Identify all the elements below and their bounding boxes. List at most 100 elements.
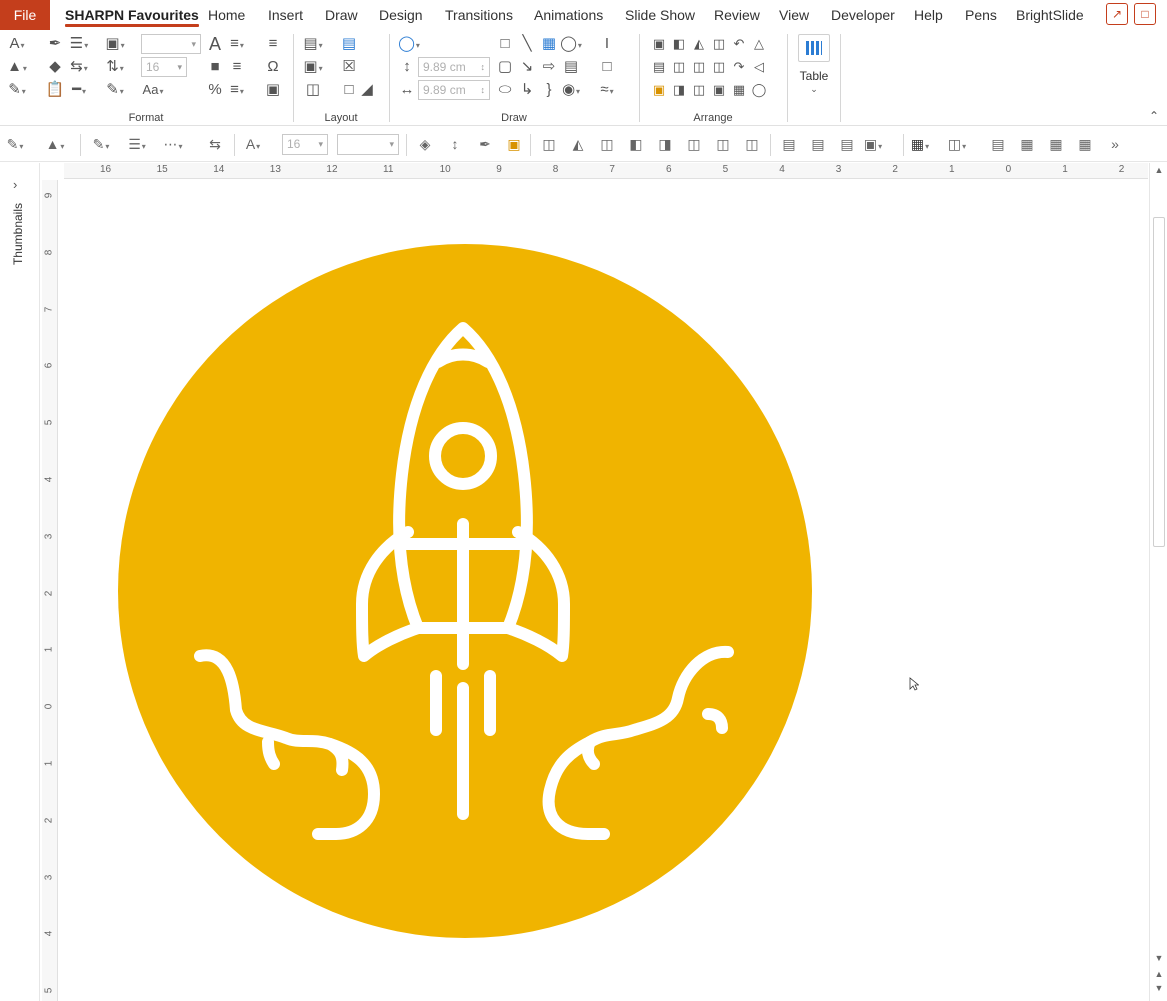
text-bottom-icon[interactable]: ▤ xyxy=(836,134,858,154)
width-icon[interactable]: ↔ xyxy=(396,80,418,100)
percent-icon[interactable]: % xyxy=(204,80,226,100)
text-options-icon[interactable]: ▣▾ xyxy=(862,134,884,154)
tab-view[interactable]: View xyxy=(779,0,809,30)
picture-icon[interactable]: ▣ xyxy=(262,80,284,100)
align-center-icon[interactable]: ◫ xyxy=(683,134,705,154)
bullets-icon[interactable]: ≡▾ xyxy=(226,34,248,54)
distribute-icon[interactable]: ◫ xyxy=(712,134,734,154)
chevron-right-icon[interactable]: › xyxy=(13,177,17,192)
highlight-icon[interactable]: ✎▾ xyxy=(104,80,126,100)
brace-icon[interactable]: } xyxy=(538,80,560,100)
tab-sharpn-favourites[interactable]: SHARPN Favourites xyxy=(65,0,199,30)
previous-slide-icon[interactable]: ▲ xyxy=(1153,969,1165,979)
align-bottom-icon[interactable]: ◫ xyxy=(688,80,710,100)
distribute-vertical-icon[interactable]: ◫ xyxy=(708,57,730,77)
collapse-ribbon-icon[interactable]: ⌃ xyxy=(1149,109,1159,123)
flip-vertical-icon[interactable]: ◁ xyxy=(748,57,770,77)
align-bottom-icon[interactable]: ◫ xyxy=(538,134,560,154)
fill-icon[interactable]: ▲▾ xyxy=(44,134,66,154)
oval-icon[interactable]: ⬭ xyxy=(494,80,516,100)
text-cursor-icon[interactable]: I xyxy=(596,34,618,54)
ungroup-icon[interactable]: ▤ xyxy=(648,57,670,77)
distribute-horizontal-icon[interactable]: ◫ xyxy=(708,34,730,54)
rounded-rectangle-icon[interactable]: ▢ xyxy=(494,57,516,77)
font-color-icon[interactable]: A▾ xyxy=(6,34,28,54)
arrow-line-icon[interactable]: ↘ xyxy=(516,57,538,77)
callout-icon[interactable]: ▤ xyxy=(560,57,582,77)
align-top-icon[interactable]: ◭ xyxy=(567,134,589,154)
text-middle-icon[interactable]: ▤ xyxy=(807,134,829,154)
insert-table-icon[interactable]: ▦▾ xyxy=(909,134,931,154)
distribute-vertical-icon[interactable]: ◫ xyxy=(741,134,763,154)
arrows-icon[interactable]: ⇆ xyxy=(204,134,226,154)
align-top-icon[interactable]: ◭ xyxy=(688,34,710,54)
numbering-icon[interactable]: ≡▾ xyxy=(226,80,248,100)
scrollbar-thumb[interactable] xyxy=(1153,217,1165,547)
dashes-icon[interactable]: ⋯▾ xyxy=(162,134,184,154)
shapes-icon[interactable]: ◯▾ xyxy=(398,34,420,54)
table-text-icon[interactable]: ▤ xyxy=(987,134,1009,154)
omega-icon[interactable]: Ω xyxy=(262,57,284,77)
tab-pens[interactable]: Pens xyxy=(965,0,997,30)
font-name-field[interactable]: ▾ xyxy=(141,34,201,54)
new-slide-icon[interactable]: ▤▾ xyxy=(302,34,324,54)
block-arrow-icon[interactable]: ⇨ xyxy=(538,57,560,77)
tab-file[interactable]: File xyxy=(0,0,50,30)
resize-icon[interactable]: ↕ xyxy=(444,134,466,154)
tab-insert[interactable]: Insert xyxy=(268,0,303,30)
tab-home[interactable]: Home xyxy=(208,0,245,30)
section-icon[interactable]: ◫ xyxy=(302,80,324,100)
font-size-field[interactable]: 16 ▾ xyxy=(141,57,187,77)
table-columns-icon[interactable]: ◫▾ xyxy=(946,134,968,154)
eraser-icon[interactable]: ◈ xyxy=(414,134,436,154)
paste-icon[interactable]: 📋 xyxy=(44,80,66,100)
clipboard-icon[interactable]: ▣ xyxy=(503,134,525,154)
delete-slide-icon[interactable]: ☒ xyxy=(338,57,360,77)
shape-effects-icon[interactable]: ◉▾ xyxy=(560,80,582,100)
edit-points-icon[interactable]: □ xyxy=(596,57,618,77)
rotate-icon[interactable]: ↶ xyxy=(728,34,750,54)
align-right-icon[interactable]: ◨ xyxy=(668,80,690,100)
format-painter-icon[interactable]: ✒ xyxy=(44,34,66,54)
align-middle-icon[interactable]: ◫ xyxy=(688,57,710,77)
triangle-ruler-icon[interactable]: ◢ xyxy=(356,80,378,100)
shape-height-field[interactable]: 9.89 cm ↕ xyxy=(418,57,490,77)
table-merge-icon[interactable]: ▦ xyxy=(1045,134,1067,154)
align-center-icon[interactable]: ◫ xyxy=(668,57,690,77)
tab-transitions[interactable]: Transitions xyxy=(445,0,513,30)
shape-fill-icon[interactable]: ◆ xyxy=(44,57,66,77)
tab-animations[interactable]: Animations xyxy=(534,0,603,30)
next-slide-icon[interactable]: ▼ xyxy=(1153,983,1165,993)
table-button[interactable] xyxy=(798,34,830,62)
rotate-right-icon[interactable]: ↷ xyxy=(728,57,750,77)
square-icon[interactable]: ■ xyxy=(204,57,226,77)
align-left-icon[interactable]: ◧ xyxy=(625,134,647,154)
text-box-icon[interactable]: ▦ xyxy=(538,34,560,54)
align-left-icon[interactable]: ◧ xyxy=(668,34,690,54)
layout-icon[interactable]: ▣▾ xyxy=(302,57,324,77)
fill-color-icon[interactable]: ▲▾ xyxy=(6,57,28,77)
vertical-scrollbar[interactable]: ▲ ▼ ▲ ▼ xyxy=(1149,163,1167,1001)
toolbar-font-name-field[interactable]: ▾ xyxy=(337,134,399,155)
wave-icon[interactable]: ≈▾ xyxy=(596,80,618,100)
weight-icon[interactable]: ☰▾ xyxy=(126,134,148,154)
line-spacing-icon[interactable]: ⇅▾ xyxy=(104,57,126,77)
table-split-icon[interactable]: ▦ xyxy=(1074,134,1096,154)
outline-icon[interactable]: ✎▾ xyxy=(90,134,112,154)
thumbnails-label[interactable]: Thumbnails xyxy=(11,203,25,265)
columns-icon[interactable]: ≡ xyxy=(262,34,284,54)
align-right-icon[interactable]: ◨ xyxy=(654,134,676,154)
more-options-icon[interactable]: » xyxy=(1104,134,1126,154)
brush-icon[interactable]: ✒ xyxy=(474,134,496,154)
scroll-down-icon[interactable]: ▼ xyxy=(1153,953,1165,963)
tab-review[interactable]: Review xyxy=(714,0,760,30)
share-icon[interactable]: ↗ xyxy=(1106,3,1128,25)
change-case-icon[interactable]: Aa▾ xyxy=(142,80,164,100)
crop-icon[interactable]: ◯ xyxy=(748,80,770,100)
shape-combo-icon[interactable]: ◯▾ xyxy=(560,34,582,54)
font-icon[interactable]: A xyxy=(204,34,226,54)
group-icon[interactable]: ▣ xyxy=(648,34,670,54)
size-match-icon[interactable]: ▣ xyxy=(708,80,730,100)
tab-developer[interactable]: Developer xyxy=(831,0,895,30)
tab-slide-show[interactable]: Slide Show xyxy=(625,0,695,30)
